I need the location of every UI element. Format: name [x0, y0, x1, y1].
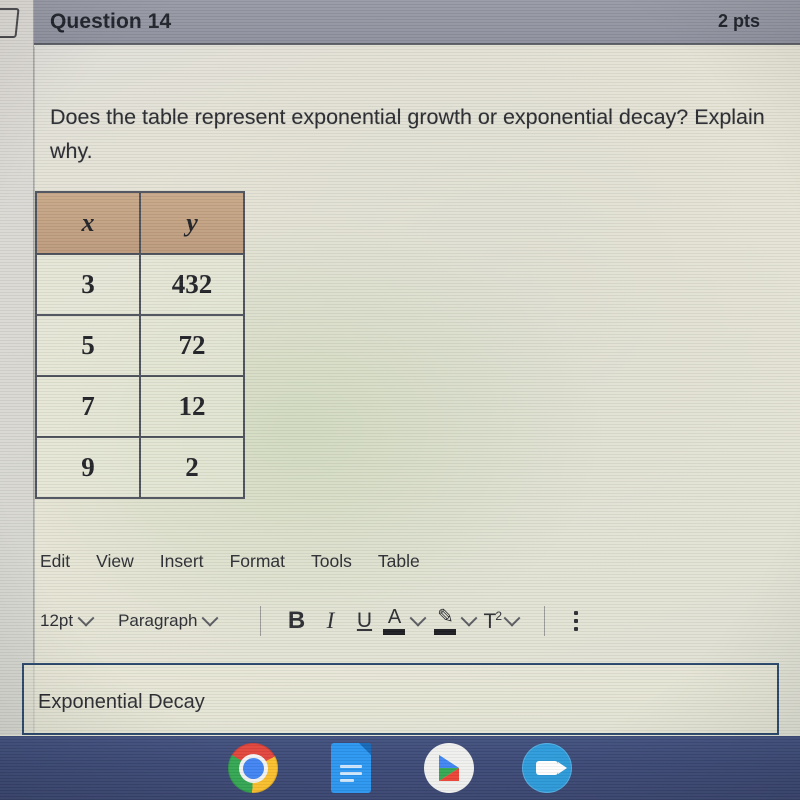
- menu-item-format[interactable]: Format: [230, 551, 285, 572]
- answer-text-value: Exponential Decay: [38, 691, 205, 713]
- block-format-value: Paragraph: [118, 611, 198, 630]
- table-header-row: x y: [35, 191, 245, 255]
- os-taskbar: [0, 736, 800, 800]
- menu-item-edit[interactable]: Edit: [40, 551, 70, 572]
- video-camera-glyph: [536, 761, 567, 775]
- italic-button[interactable]: I: [313, 604, 347, 638]
- kebab-dot: [574, 627, 578, 631]
- xy-data-table: x y 3 432 5 72 7 12 9 2: [35, 191, 245, 499]
- text-color-icon: A: [381, 605, 407, 635]
- menu-item-view[interactable]: View: [96, 551, 134, 572]
- underline-button[interactable]: U: [347, 604, 381, 638]
- superscript-icon: T2: [483, 609, 501, 634]
- cell-x: 7: [35, 375, 141, 438]
- text-color-control[interactable]: A: [381, 605, 427, 635]
- play-triangle: [439, 755, 459, 781]
- text-color-letter: A: [387, 605, 402, 628]
- zoom-app-icon[interactable]: [522, 743, 572, 793]
- menu-item-tools[interactable]: Tools: [311, 551, 352, 572]
- chevron-down-icon: [201, 609, 219, 627]
- collapse-chevron-icon[interactable]: [0, 8, 20, 38]
- cell-y: 432: [139, 253, 245, 316]
- column-header-x: x: [35, 191, 141, 255]
- superscript-base: T: [483, 609, 496, 633]
- chevron-down-icon[interactable]: [460, 609, 478, 627]
- superscript-exponent: 2: [495, 608, 502, 623]
- column-header-y: y: [139, 191, 245, 255]
- highlighter-pen-icon: ✎: [432, 605, 458, 635]
- table-row: 7 12: [35, 375, 245, 438]
- highlighter-glyph: ✎: [437, 605, 454, 628]
- quiz-question-screenshot: Question 14 2 pts Does the table represe…: [0, 0, 800, 800]
- chrome-icon[interactable]: [228, 743, 278, 793]
- question-points-badge: 2 pts: [717, 11, 760, 31]
- kebab-dot: [574, 619, 578, 623]
- table-row: 3 432: [35, 253, 245, 316]
- cell-y: 2: [139, 436, 245, 499]
- cell-x: 9: [35, 436, 141, 499]
- table-row: 5 72: [35, 314, 245, 377]
- google-play-icon[interactable]: [424, 743, 474, 793]
- chevron-down-icon: [77, 609, 95, 627]
- bold-button[interactable]: B: [279, 604, 313, 638]
- menu-item-insert[interactable]: Insert: [160, 551, 204, 572]
- toolbar-divider: [260, 606, 262, 636]
- toolbar-divider: [544, 606, 545, 636]
- docs-line: [340, 779, 354, 782]
- cell-y: 72: [139, 314, 245, 377]
- kebab-dot: [574, 611, 578, 615]
- chevron-down-icon[interactable]: [503, 609, 521, 627]
- chevron-down-icon[interactable]: [409, 609, 427, 627]
- answer-textarea[interactable]: Exponential Decay: [22, 663, 779, 735]
- cell-x: 5: [35, 314, 141, 377]
- font-size-value: 12pt: [40, 611, 74, 630]
- superscript-control[interactable]: T2: [483, 609, 521, 634]
- cell-y: 12: [139, 375, 245, 438]
- font-size-dropdown[interactable]: 12pt: [40, 609, 95, 631]
- cell-x: 3: [35, 253, 141, 316]
- highlight-color-control[interactable]: ✎: [432, 605, 478, 635]
- highlight-color-swatch: [434, 628, 457, 635]
- text-color-swatch: [383, 628, 406, 635]
- question-prompt-text: Does the table represent exponential gro…: [50, 105, 765, 163]
- editor-toolbar: 12pt Paragraph B I U A ✎ T2: [40, 604, 589, 638]
- docs-line: [340, 772, 362, 775]
- docs-line: [340, 765, 362, 768]
- page-left-edge: [0, 0, 34, 735]
- more-options-icon[interactable]: [563, 606, 589, 636]
- google-docs-icon[interactable]: [331, 743, 371, 793]
- question-title: Question 14: [50, 9, 172, 33]
- question-header-bar: Question 14 2 pts: [34, 0, 800, 45]
- menu-item-table[interactable]: Table: [378, 551, 420, 572]
- block-format-dropdown[interactable]: Paragraph: [118, 609, 219, 631]
- table-row: 9 2: [35, 436, 245, 499]
- editor-menu-bar: Edit View Insert Format Tools Table: [40, 551, 420, 572]
